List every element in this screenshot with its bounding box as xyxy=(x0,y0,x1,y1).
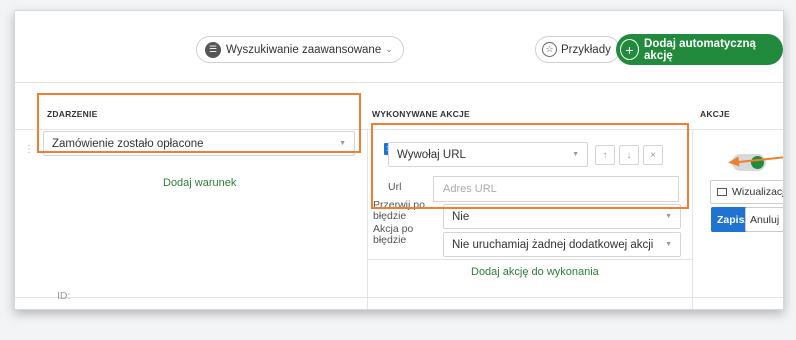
action-on-error-value: Nie uruchamiaj żadnej dodatkowej akcji xyxy=(452,238,654,251)
cancel-button[interactable]: Anuluj xyxy=(745,207,783,232)
star-icon: ☆ xyxy=(542,42,557,57)
advanced-search-label: Wyszukiwanie zaawansowane xyxy=(226,43,382,56)
action-highlight-box xyxy=(371,123,689,209)
action-on-error-select[interactable]: Nie uruchamiaj żadnej dodatkowej akcji ▼ xyxy=(443,232,681,257)
plus-icon: + xyxy=(620,39,640,60)
automation-panel: ☰ Wyszukiwanie zaawansowane ⌄ ☆ Przykład… xyxy=(14,10,784,310)
advanced-search-button[interactable]: ☰ Wyszukiwanie zaawansowane ⌄ xyxy=(196,36,404,63)
chevron-down-icon: ⌄ xyxy=(385,44,393,54)
annotation-arrow-icon xyxy=(727,156,740,168)
action-on-error-label: Akcja po błędzie xyxy=(373,223,414,246)
column-header-actions-performed: WYKONYWANE AKCJE xyxy=(372,109,470,119)
row-divider xyxy=(15,297,783,298)
filter-icon: ☰ xyxy=(205,41,221,58)
id-label: ID: xyxy=(57,290,71,302)
examples-button[interactable]: ☆ Przykłady xyxy=(535,36,620,63)
add-automatic-action-button[interactable]: + Dodaj automatyczną akcję xyxy=(616,34,783,65)
toolbar: ☰ Wyszukiwanie zaawansowane ⌄ ☆ Przykład… xyxy=(15,11,783,83)
action-divider xyxy=(367,259,692,260)
preview-label: Wizualizacja xyxy=(732,186,783,198)
chevron-down-icon: ▼ xyxy=(665,241,672,248)
examples-label: Przykłady xyxy=(561,43,611,56)
preview-button[interactable]: Wizualizacja xyxy=(710,180,783,204)
column-divider xyxy=(367,129,368,309)
chevron-down-icon: ▼ xyxy=(665,213,672,220)
stop-on-error-value: Nie xyxy=(452,210,470,223)
monitor-icon xyxy=(717,188,727,196)
event-highlight-box xyxy=(37,93,361,153)
add-action-link[interactable]: Dodaj akcję do wykonania xyxy=(471,266,599,278)
column-divider xyxy=(692,129,693,309)
column-header-actions: AKCJE xyxy=(700,109,730,119)
add-action-label: Dodaj automatyczną akcję xyxy=(644,37,756,62)
add-condition-link[interactable]: Dodaj warunek xyxy=(163,177,236,189)
